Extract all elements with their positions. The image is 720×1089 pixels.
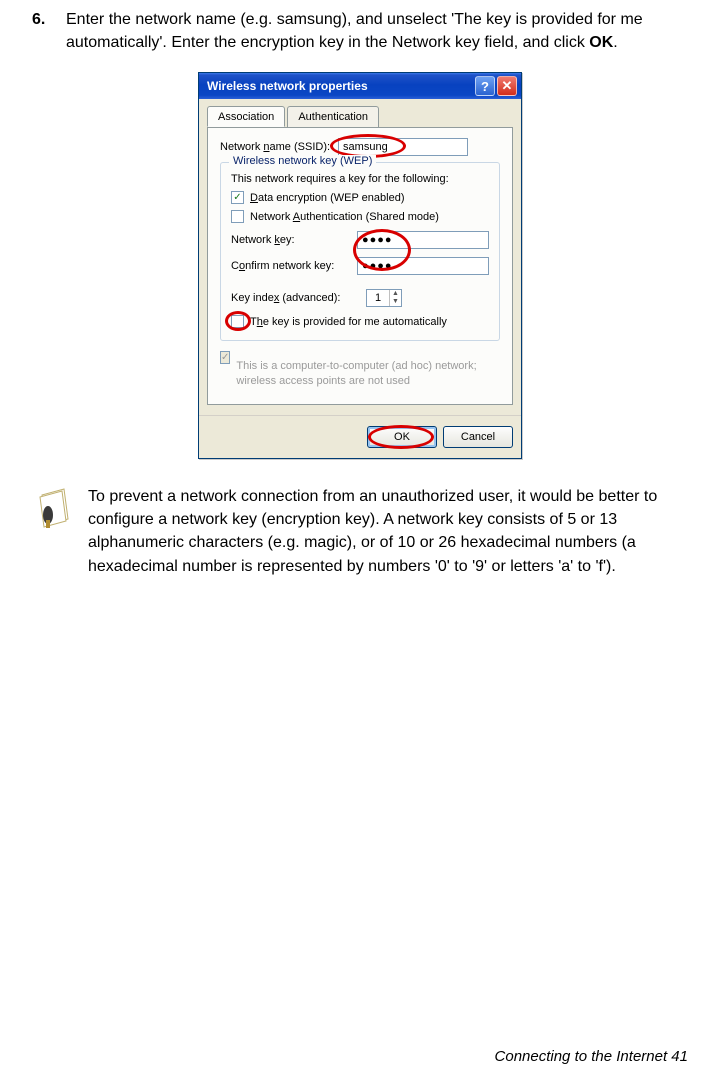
confirm-key-label: Confirm network key: <box>231 260 347 272</box>
step-number: 6. <box>32 8 54 54</box>
key-index-spinner[interactable]: 1 ▲▼ <box>366 289 402 307</box>
checkbox-auto-key[interactable]: The key is provided for me automatically <box>231 315 489 328</box>
step-text: Enter the network name (e.g. samsung), a… <box>66 8 688 54</box>
group-intro: This network requires a key for the foll… <box>231 173 489 185</box>
tabpanel-association: Network name (SSID): Wireless network ke… <box>207 127 513 405</box>
wep-groupbox: Wireless network key (WEP) This network … <box>220 162 500 341</box>
note-text: To prevent a network connection from an … <box>88 485 688 578</box>
step-6: 6. Enter the network name (e.g. samsung)… <box>32 8 688 54</box>
checkbox-icon <box>231 315 244 328</box>
dialog-button-row: OK Cancel <box>199 415 521 458</box>
note-row: To prevent a network connection from an … <box>32 485 688 578</box>
dialog-title: Wireless network properties <box>207 79 473 93</box>
groupbox-legend: Wireless network key (WEP) <box>229 155 376 167</box>
cancel-button[interactable]: Cancel <box>443 426 513 448</box>
tab-authentication[interactable]: Authentication <box>287 106 379 127</box>
checkbox-data-encryption[interactable]: ✓ Data encryption (WEP enabled) <box>231 191 489 204</box>
checkbox-icon <box>231 210 244 223</box>
ssid-label: Network name (SSID): <box>220 141 330 153</box>
close-button[interactable]: ✕ <box>497 76 517 96</box>
key-index-label: Key index (advanced): <box>231 292 356 304</box>
help-button[interactable]: ? <box>475 76 495 96</box>
page-footer: Connecting to the Internet 41 <box>495 1048 688 1065</box>
checkbox-network-auth[interactable]: Network Authentication (Shared mode) <box>231 210 489 223</box>
checkbox-icon: ✓ <box>220 351 230 364</box>
network-key-label: Network key: <box>231 234 347 246</box>
network-key-input[interactable] <box>357 231 489 249</box>
ok-button[interactable]: OK <box>367 426 437 448</box>
note-icon <box>36 485 74 529</box>
tab-association[interactable]: Association <box>207 106 285 127</box>
titlebar[interactable]: Wireless network properties ? ✕ <box>199 73 521 99</box>
checkbox-icon: ✓ <box>231 191 244 204</box>
chevron-down-icon: ▼ <box>390 298 401 306</box>
chevron-up-icon: ▲ <box>390 290 401 298</box>
checkbox-adhoc: ✓ This is a computer-to-computer (ad hoc… <box>220 351 500 388</box>
tabstrip: Association Authentication <box>207 105 513 127</box>
confirm-key-input[interactable] <box>357 257 489 275</box>
wireless-properties-dialog: Wireless network properties ? ✕ Associat… <box>198 72 522 459</box>
ssid-input[interactable] <box>338 138 468 156</box>
